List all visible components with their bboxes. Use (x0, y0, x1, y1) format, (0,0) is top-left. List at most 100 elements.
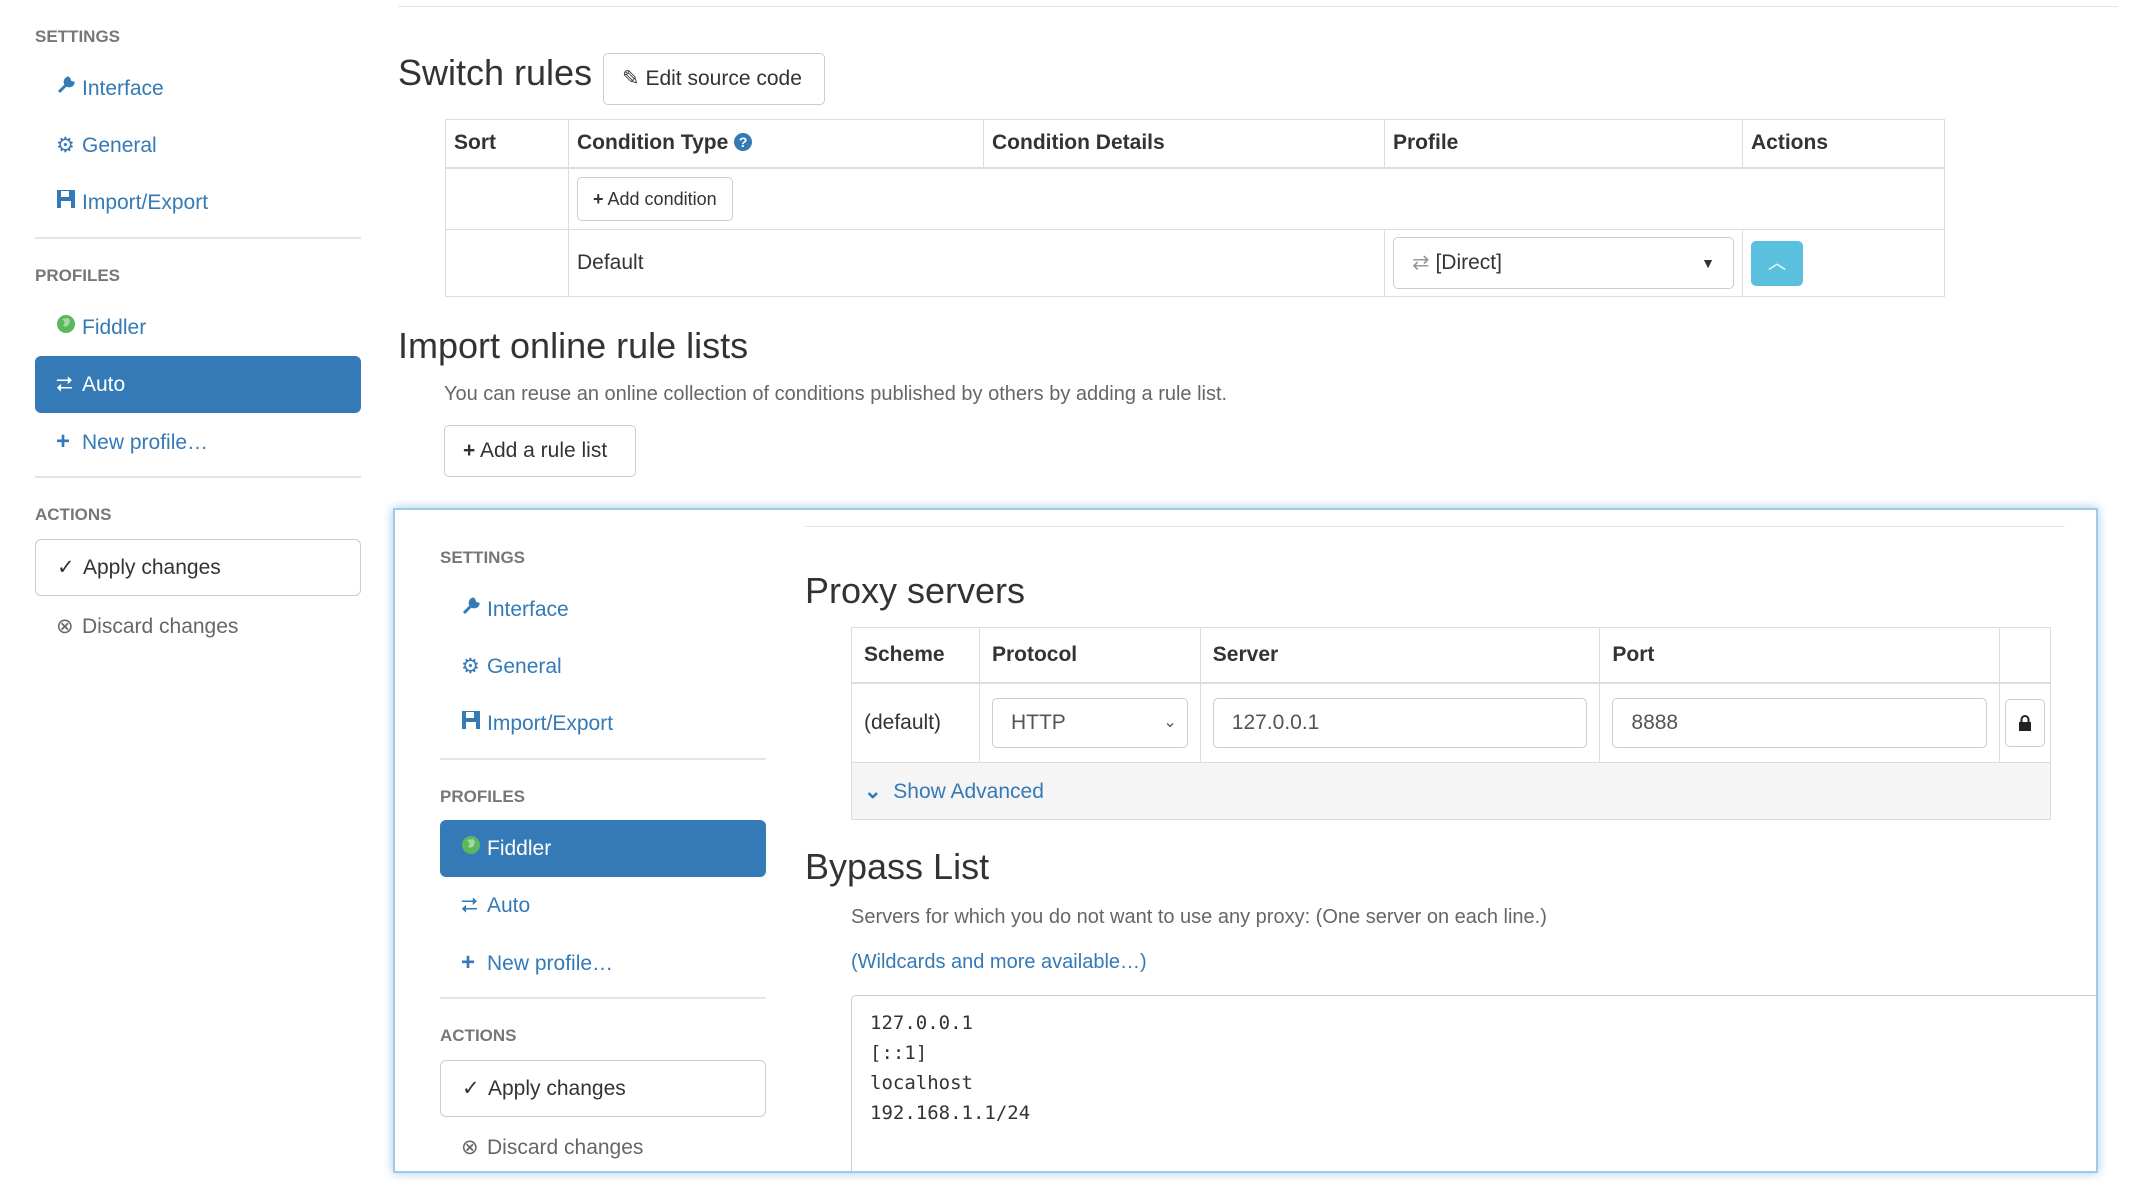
bypass-description: Servers for which you do not want to use… (851, 906, 1547, 928)
port-input[interactable]: 8888 (1612, 697, 1987, 748)
edit-source-code-button[interactable]: ✎ Edit source code (603, 53, 825, 105)
transfer-icon: ⇄ (1412, 251, 1430, 274)
sidebar-item-label: Fiddler (487, 837, 552, 860)
sidebar-item-label: Import/Export (487, 712, 614, 735)
floppy-icon (56, 174, 82, 231)
show-advanced-label: Show Advanced (893, 779, 1044, 803)
sidebar-item-new-profile[interactable]: + New profile… (440, 934, 766, 991)
table-cell: HTTP ⌄ (978, 682, 1201, 763)
profiles-header: PROFILES (35, 266, 121, 285)
chevron-up-icon: ︿ (1768, 252, 1786, 273)
proxy-servers-table: Scheme Protocol Server Port (default) HT… (851, 627, 2051, 820)
bypass-list-title: Bypass List (805, 846, 990, 887)
table-cell: ⌄ Show Advanced (851, 762, 2051, 820)
sidebar-item-label: General (82, 134, 157, 157)
import-rules-description: You can reuse an online collection of co… (444, 383, 1228, 405)
table-header-row: Sort Condition Type ? Condition Details … (445, 119, 1945, 169)
wrench-icon (56, 60, 82, 117)
plus-icon: + (461, 949, 476, 976)
discard-changes-label: Discard changes (82, 615, 239, 638)
plus-icon: + (463, 439, 476, 462)
sidebar-item-general[interactable]: ⚙ General (440, 638, 766, 695)
sidebar-item-auto[interactable]: ⮂ Auto (35, 356, 361, 413)
table-cell: ⇄ [Direct] ▼ (1384, 229, 1743, 297)
sidebar-item-label: Fiddler (82, 316, 147, 339)
globe-icon (461, 820, 487, 877)
table-cell: 8888 (1599, 682, 2000, 763)
table-header-row: Scheme Protocol Server Port (851, 627, 2051, 684)
gear-icon: ⚙ (461, 655, 480, 678)
col-sort: Sort (445, 119, 569, 169)
edit-icon: ✎ (622, 67, 640, 90)
switch-icon: ⮂ (461, 894, 478, 917)
settings-header: SETTINGS (35, 27, 121, 46)
table-row: ⌄ Show Advanced (851, 762, 2051, 820)
gear-icon: ⚙ (56, 134, 75, 157)
proxy-servers-title: Proxy servers (805, 570, 1026, 611)
wildcards-link[interactable]: (Wildcards and more available…) (851, 951, 1147, 974)
col-server: Server (1199, 627, 1601, 684)
switch-rules-table: Sort Condition Type ? Condition Details … (445, 119, 1945, 297)
lock-icon (2019, 714, 2031, 731)
edit-source-label: Edit source code (645, 67, 802, 90)
globe-icon (56, 299, 82, 356)
col-profile: Profile (1384, 119, 1743, 169)
sidebar-item-import-export[interactable]: Import/Export (440, 695, 766, 752)
sidebar-item-import-export[interactable]: Import/Export (35, 174, 361, 231)
check-circle-icon: ✓ (462, 1077, 480, 1100)
wrench-icon (461, 581, 487, 638)
sidebar-item-auto[interactable]: ⮂ Auto (440, 877, 766, 934)
bypass-list-textarea[interactable]: 127.0.0.1 [::1] localhost 192.168.1.1/24 (851, 995, 2096, 1171)
sidebar-item-interface[interactable]: Interface (440, 581, 766, 638)
sidebar-item-fiddler[interactable]: Fiddler (440, 820, 766, 877)
apply-changes-button[interactable]: ✓ Apply changes (35, 539, 361, 596)
table-cell: + Add condition (568, 167, 1945, 230)
col-condition-details: Condition Details (983, 119, 1385, 169)
discard-changes-button[interactable]: ⊗ Discard changes (35, 596, 361, 658)
divider (35, 476, 361, 478)
add-rule-list-label: Add a rule list (479, 439, 608, 462)
table-cell (445, 229, 569, 297)
sidebar-item-label: Interface (487, 598, 569, 621)
sidebar-item-fiddler[interactable]: Fiddler (35, 299, 361, 356)
divider (440, 997, 766, 999)
scheme-cell: (default) (851, 682, 980, 763)
show-advanced-link[interactable]: ⌄ Show Advanced (864, 780, 1044, 803)
apply-changes-label: Apply changes (488, 1077, 626, 1100)
sidebar-item-new-profile[interactable]: + New profile… (35, 413, 361, 470)
table-cell: 127.0.0.1 (1199, 682, 1601, 763)
switch-icon: ⮂ (56, 373, 73, 396)
table-row: (default) HTTP ⌄ 127.0.0.1 8888 (851, 682, 2051, 763)
help-icon[interactable]: ? (734, 133, 753, 152)
protocol-select[interactable]: HTTP ⌄ (991, 697, 1188, 748)
x-circle-icon: ⊗ (56, 615, 74, 638)
x-circle-icon: ⊗ (461, 1136, 479, 1159)
sidebar-item-label: Auto (487, 894, 531, 917)
col-lock (1999, 627, 2051, 684)
actions-header: ACTIONS (440, 1026, 517, 1045)
table-cell (1999, 682, 2051, 763)
table-cell (445, 167, 569, 230)
sidebar-item-label: New profile… (82, 431, 209, 454)
move-up-button[interactable]: ︿ (1751, 240, 1803, 286)
sidebar-item-general[interactable]: ⚙ General (35, 117, 361, 174)
add-rule-list-button[interactable]: + Add a rule list (444, 425, 636, 477)
col-condition-type-label: Condition Type (577, 131, 729, 155)
sidebar-item-label: Import/Export (82, 191, 209, 214)
protocol-select-value: HTTP (1010, 710, 1066, 734)
add-condition-button[interactable]: + Add condition (577, 176, 733, 221)
profile-select-value: [Direct] (1435, 251, 1502, 274)
floppy-icon (461, 695, 487, 752)
sidebar-nav: SETTINGS Interface ⚙ General Import/Expor… (35, 0, 361, 658)
discard-changes-label: Discard changes (487, 1136, 644, 1159)
profile-select[interactable]: ⇄ [Direct] ▼ (1393, 237, 1734, 289)
top-divider (398, 6, 2118, 7)
apply-changes-button[interactable]: ✓ Apply changes (440, 1060, 766, 1117)
table-cell: ︿ (1742, 229, 1945, 297)
server-input[interactable]: 127.0.0.1 (1212, 697, 1588, 748)
discard-changes-button[interactable]: ⊗ Discard changes (440, 1117, 766, 1171)
col-actions: Actions (1742, 119, 1945, 169)
plus-icon: + (56, 428, 71, 455)
sidebar-item-interface[interactable]: Interface (35, 60, 361, 117)
lock-button[interactable] (2005, 698, 2045, 747)
